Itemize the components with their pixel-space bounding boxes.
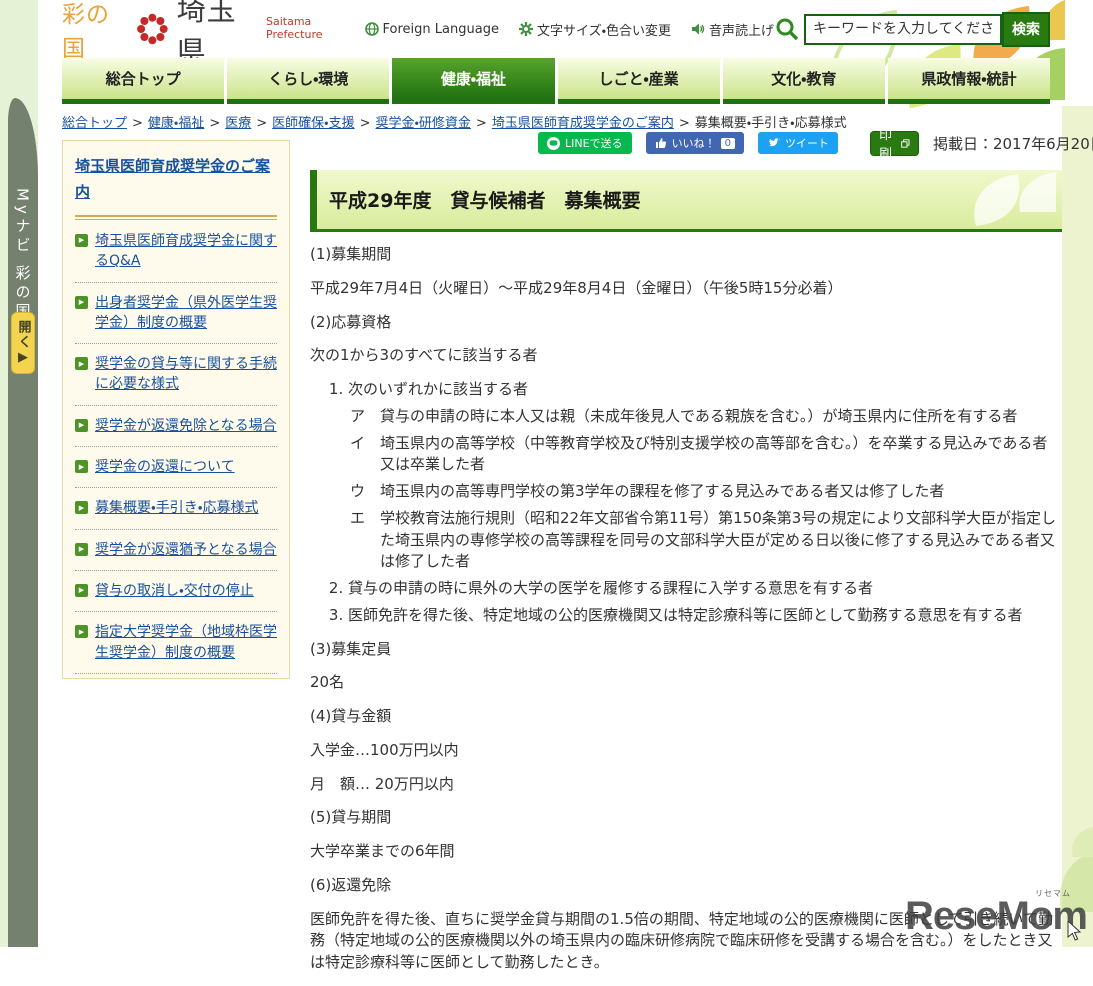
sidebar-item-torikeshi[interactable]: ▶ 貸与の取消し・交付の停止 (75, 571, 277, 613)
eligibility-sublist: ア 貸与の申請の時に本人又は親（未成年後見人である親族を含む。）が埼玉県内に住所… (348, 406, 1062, 573)
section-body: 月 額… 20万円以内 (310, 774, 454, 793)
breadcrumb-separator: > (678, 116, 690, 131)
section-heading: (1)募集期間 (310, 245, 392, 263)
twitter-icon (768, 137, 780, 146)
line-icon (547, 136, 560, 150)
section-heading: (4)貸与金額 (310, 707, 392, 725)
gear-icon (518, 22, 533, 36)
arrow-bullet-icon: ▶ (75, 583, 88, 597)
sidebar-menu: 埼玉県医師育成奨学金のご案内 ▶ 埼玉県医師育成奨学金に関するQ&A ▶ 出身者… (62, 140, 290, 679)
line-share-button[interactable]: LINEで送る (538, 132, 632, 154)
tab-sougou-top[interactable]: 総合トップ (62, 58, 225, 104)
header-utilities: Foreign Language 文字サイズ・色合い変更 音声読上げ (364, 20, 774, 39)
breadcrumb: 総合トップ > 健康・福祉 > 医療 > 医師確保・支援 > 奨学金・研修資金 > 埼玉県医師育成奨… (62, 112, 1057, 131)
share-toolbar: LINEで送る いいね！ 0 ツイート 印刷 掲載日：2017年6月20日 (310, 128, 1093, 162)
article-body: (1)募集期間 平成29年7月4日（火曜日）～平成29年8月4日（金曜日）（午後… (310, 244, 1062, 974)
right-background-strip (1062, 106, 1093, 947)
like-count-badge: 0 (720, 137, 735, 149)
arrow-bullet-icon: ▶ (75, 418, 88, 432)
arrow-bullet-icon: ▶ (75, 625, 88, 639)
main-content: LINEで送る いいね！ 0 ツイート 印刷 掲載日：2017年6月20日 平成… (310, 128, 1093, 986)
leaf-decoration (974, 172, 1056, 226)
breadcrumb-link[interactable]: 総合トップ (62, 116, 127, 131)
arrow-bullet-icon: ▶ (75, 357, 88, 371)
font-size-color-link[interactable]: 文字サイズ・色合い変更 (518, 20, 671, 39)
breadcrumb-separator: > (132, 116, 143, 131)
eligibility-item: 次のいずれかに該当する者 ア 貸与の申請の時に本人又は親（未成年後見人である親族… (348, 379, 1062, 573)
eligibility-subitem: エ 学校教育法施行規則（昭和22年文部省令第11号）第150条第3号の規定により… (350, 508, 1057, 571)
sidebar-divider (75, 215, 277, 220)
arrow-bullet-icon: ▶ (75, 295, 88, 309)
section-body: 平成29年7月4日（火曜日）～平成29年8月4日（金曜日）（午後5時15分必着） (310, 278, 843, 297)
arrow-bullet-icon: ▶ (75, 460, 88, 474)
breadcrumb-link[interactable]: 医療 (225, 116, 251, 131)
tab-kenko-fukushi[interactable]: 健康・福祉 (392, 58, 555, 104)
sidebar-item-shitei-daigaku[interactable]: ▶ 指定大学奨学金（地域枠医学生奨学金）制度の概要 (75, 612, 277, 674)
tab-shigoto-sangyo[interactable]: しごと・産業 (557, 58, 720, 104)
breadcrumb-separator: > (256, 116, 268, 131)
section-heading: (5)貸与期間 (310, 808, 392, 827)
sidebar-title-link[interactable]: 埼玉県医師育成奨学金のご案内 (75, 154, 277, 205)
sidebar-item-youshiki[interactable]: ▶ 奨学金の貸与等に関する手続に必要な様式 (75, 344, 277, 406)
site-header: 彩の国 埼玉県 Saitama Prefecture Foreign Langu… (62, 0, 1050, 69)
breadcrumb-current: 募集概要・手引き・応募様式 (694, 116, 847, 131)
section-body: 医師免許を得た後、直ちに奨学金貸与期間の1.5倍の期間、特定地域の公的医療機関に… (310, 909, 1053, 972)
foreign-language-link[interactable]: Foreign Language (364, 22, 499, 37)
breadcrumb-link[interactable]: 健康・福祉 (148, 116, 204, 131)
search-input[interactable] (804, 13, 1002, 45)
eligibility-item: 医師免許を得た後、特定地域の公的医療機関又は特定診療科等に医師として勤務する意思… (348, 605, 1062, 627)
search-button[interactable]: 検索 (1002, 11, 1050, 47)
eligibility-subitem: ア 貸与の申請の時に本人又は親（未成年後見人である親族を含む。）が埼玉県内に住所… (350, 406, 1018, 425)
globe-icon (364, 22, 379, 36)
speaker-icon (691, 23, 705, 35)
arrow-bullet-icon: ▶ (75, 501, 88, 515)
sidebar-item-henkan[interactable]: ▶ 奨学金の返還について (75, 447, 277, 489)
logo-prefix-text: 彩の国 (62, 2, 110, 62)
mynavi-side-tab[interactable]: Myナビ 彩の国 開く▶ (8, 98, 38, 947)
sidebar-item-shusshinsha[interactable]: ▶ 出身者奨学金（県外医学生奨学金）制度の概要 (75, 283, 277, 345)
prefecture-name-en: Saitama Prefecture (266, 15, 323, 41)
section-body: 次の1から3のすべてに該当する者 (310, 346, 538, 365)
printer-icon (901, 138, 910, 148)
breadcrumb-link[interactable]: 埼玉県医師育成奨学金のご案内 (492, 116, 674, 131)
breadcrumb-separator: > (209, 116, 221, 131)
sidebar-item-henkan-menjo[interactable]: ▶ 奨学金が返還免除となる場合 (75, 406, 277, 448)
sidebar-item-boshu-gaiyo[interactable]: ▶ 募集概要・手引き・応募様式 (75, 488, 277, 530)
tab-bunka-kyoiku[interactable]: 文化・教育 (722, 58, 885, 104)
breadcrumb-link[interactable]: 医師確保・支援 (272, 116, 354, 131)
search-icon (776, 18, 799, 41)
tab-kensei-joho[interactable]: 県政情報・統計 (887, 58, 1051, 104)
posted-date: 掲載日：2017年6月20日 (932, 134, 1093, 153)
sainokuni-flower-icon (136, 13, 168, 45)
facebook-like-button[interactable]: いいね！ 0 (645, 132, 744, 154)
breadcrumb-link[interactable]: 奨学金・研修資金 (376, 116, 471, 131)
text-to-speech-link[interactable]: 音声読上げ (691, 20, 774, 39)
eligibility-item: 貸与の申請の時に県外の大学の医学を履修する課程に入学する意思を有する者 (348, 578, 1062, 600)
arrow-bullet-icon: ▶ (75, 542, 88, 556)
section-heading: (3)募集定員 (310, 639, 392, 658)
section-heading: (2)応募資格 (310, 312, 392, 331)
eligibility-subitem: イ 埼玉県内の高等学校（中等教育学校及び特別支援学校の高等部を含む。）を卒業する… (350, 433, 1048, 474)
sidebar-item-henkan-yuyo[interactable]: ▶ 奨学金が返還猶予となる場合 (75, 530, 277, 571)
site-search: 検索 (774, 11, 1050, 47)
eligibility-subitem: ウ 埼玉県内の高等専門学校の第3学年の課程を修了する見込みである者又は修了した者 (350, 482, 945, 500)
page-title: 平成29年度 貸与候補者 募集概要 (310, 170, 1062, 232)
tweet-button[interactable]: ツイート (757, 132, 838, 154)
section-heading: (6)返還免除 (310, 875, 392, 894)
eligibility-list: 次のいずれかに該当する者 ア 貸与の申請の時に本人又は親（未成年後見人である親族… (326, 379, 1062, 627)
mynavi-open-button[interactable]: 開く▶ (11, 312, 35, 374)
tab-kurashi-kankyo[interactable]: くらし・環境 (227, 58, 390, 104)
global-nav: 総合トップ くらし・環境 健康・福祉 しごと・産業 文化・教育 県政情報・統計 (62, 58, 1051, 104)
sidebar-item-qa[interactable]: ▶ 埼玉県医師育成奨学金に関するQ&A (75, 221, 277, 283)
section-body: 入学金…100万円以内 (310, 740, 459, 759)
thumbs-up-icon (655, 138, 666, 148)
breadcrumb-separator: > (359, 116, 371, 131)
mynavi-side-tab-label: Myナビ 彩の国 (13, 188, 32, 322)
print-button[interactable]: 印刷 (869, 128, 919, 162)
arrow-bullet-icon: ▶ (75, 234, 88, 247)
breadcrumb-separator: > (475, 116, 487, 131)
section-body: 20名 (310, 673, 345, 692)
section-body: 大学卒業までの6年間 (310, 842, 455, 860)
